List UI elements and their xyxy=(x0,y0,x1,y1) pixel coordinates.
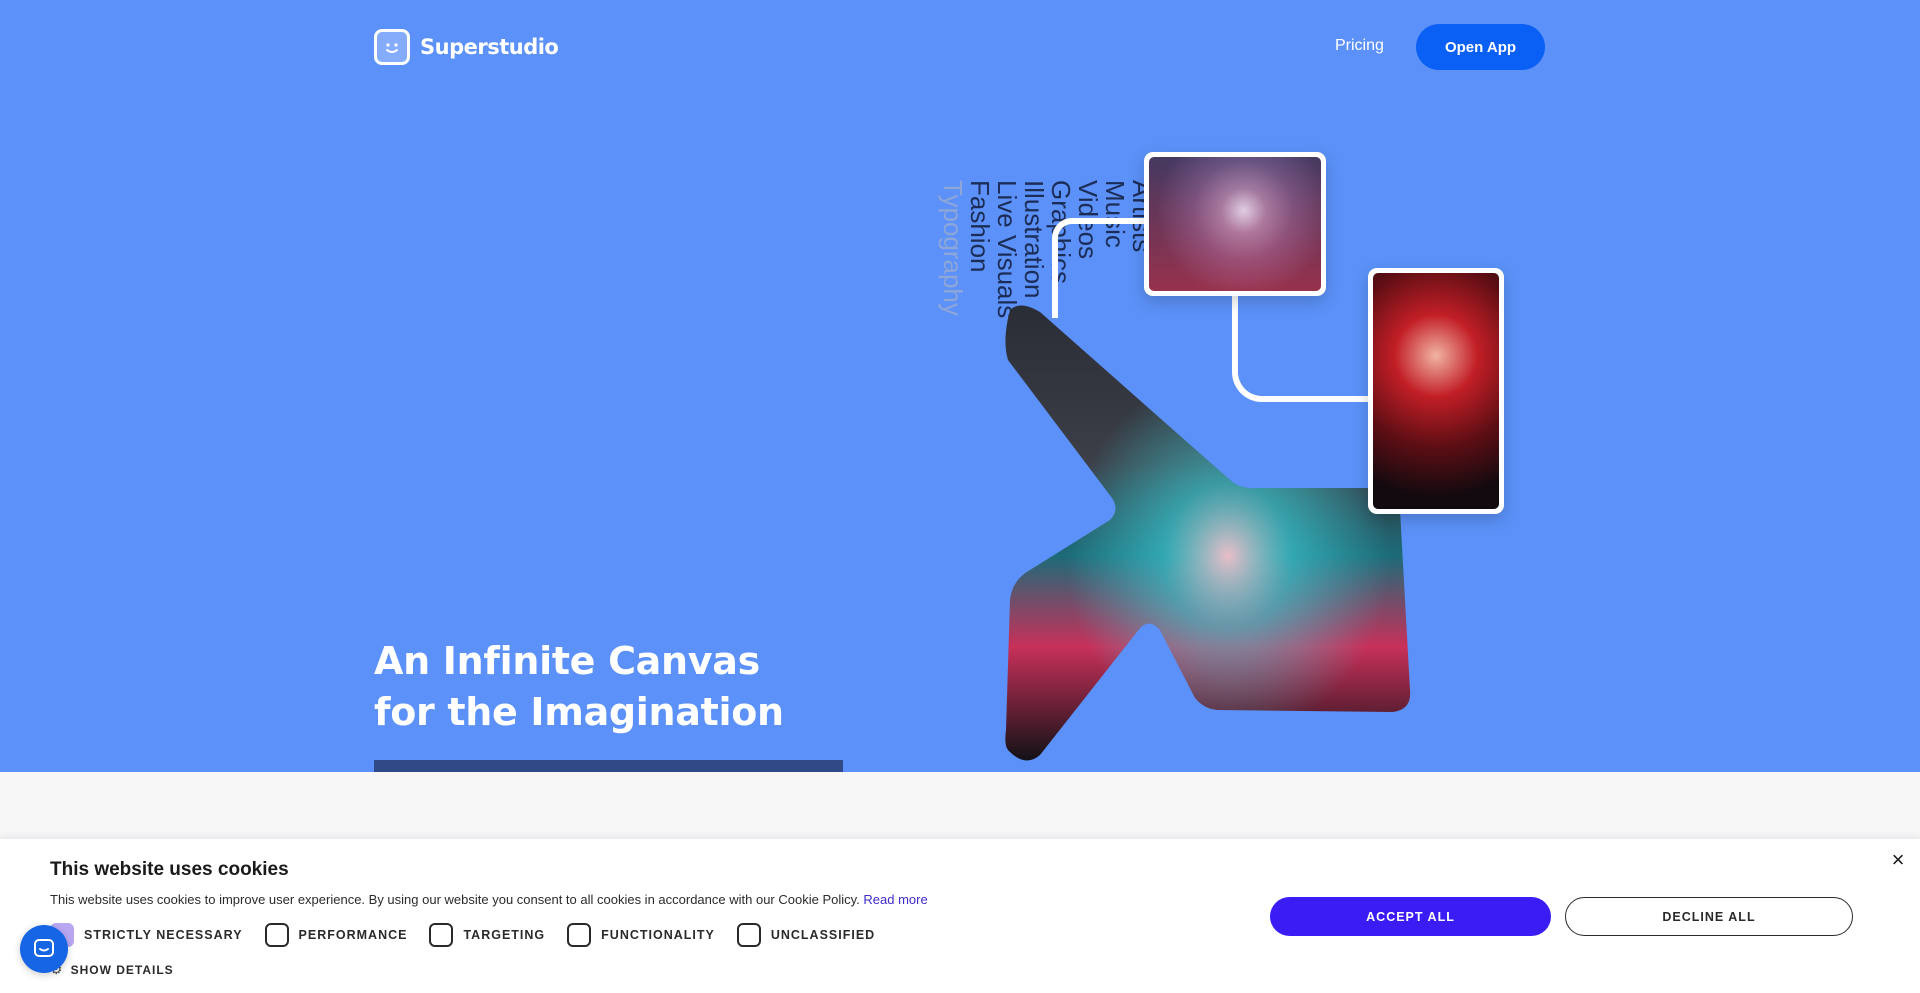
checkbox[interactable] xyxy=(264,923,289,947)
artwork-card[interactable] xyxy=(1368,268,1504,514)
cookie-description: This website uses cookies to improve use… xyxy=(50,892,928,907)
category-word: Fashion xyxy=(965,180,995,273)
cookie-banner: This website uses cookies This website u… xyxy=(0,839,1920,993)
option-performance[interactable]: PERFORMANCE xyxy=(264,923,408,947)
chat-bubble-icon[interactable] xyxy=(20,925,68,973)
category-word: Illustration xyxy=(1019,180,1049,299)
checkbox[interactable] xyxy=(429,923,454,947)
hero-section: Superstudio Pricing Open App Artists Mus… xyxy=(0,0,1920,772)
headline-line: An Infinite Canvas xyxy=(374,639,760,683)
hero-cta-bar[interactable] xyxy=(374,760,843,772)
show-details-toggle[interactable]: ⚙ SHOW DETAILS xyxy=(50,961,174,978)
artwork-card[interactable] xyxy=(1144,152,1326,296)
category-word: Typography xyxy=(938,180,968,316)
brand-logo[interactable]: Superstudio xyxy=(374,29,559,65)
category-word: Live Visuals xyxy=(992,180,1022,319)
checkbox[interactable] xyxy=(736,923,761,947)
artwork-image xyxy=(1149,157,1321,291)
option-label: UNCLASSIFIED xyxy=(770,928,876,942)
checkbox[interactable] xyxy=(567,923,592,947)
cookie-description-text: This website uses cookies to improve use… xyxy=(50,892,860,907)
hero-headline: An Infinite Canvas for the Imagination xyxy=(374,636,784,738)
cookie-options: STRICTLY NECESSARY PERFORMANCE TARGETING… xyxy=(50,923,897,947)
pricing-link[interactable]: Pricing xyxy=(1335,37,1384,55)
option-label: STRICTLY NECESSARY xyxy=(84,928,243,942)
show-details-label: SHOW DETAILS xyxy=(70,962,174,977)
cookie-title: This website uses cookies xyxy=(50,859,289,880)
connector-line xyxy=(1052,218,1144,318)
option-label: FUNCTIONALITY xyxy=(601,928,715,942)
accept-all-button[interactable]: ACCEPT ALL xyxy=(1270,897,1551,936)
brand-name: Superstudio xyxy=(420,35,559,59)
decline-all-button[interactable]: DECLINE ALL xyxy=(1565,897,1853,936)
smiley-square-icon xyxy=(374,29,410,65)
close-icon[interactable]: × xyxy=(1887,849,1909,871)
option-label: TARGETING xyxy=(463,928,546,942)
artwork-image xyxy=(1373,273,1499,509)
read-more-link[interactable]: Read more xyxy=(863,892,927,907)
option-strictly-necessary[interactable]: STRICTLY NECESSARY xyxy=(50,923,243,947)
option-unclassified[interactable]: UNCLASSIFIED xyxy=(736,923,876,947)
option-targeting[interactable]: TARGETING xyxy=(429,923,545,947)
headline-line: for the Imagination xyxy=(374,690,784,734)
option-label: PERFORMANCE xyxy=(298,928,408,942)
connector-line xyxy=(1232,294,1372,402)
option-functionality[interactable]: FUNCTIONALITY xyxy=(567,923,715,947)
open-app-button[interactable]: Open App xyxy=(1416,24,1545,70)
